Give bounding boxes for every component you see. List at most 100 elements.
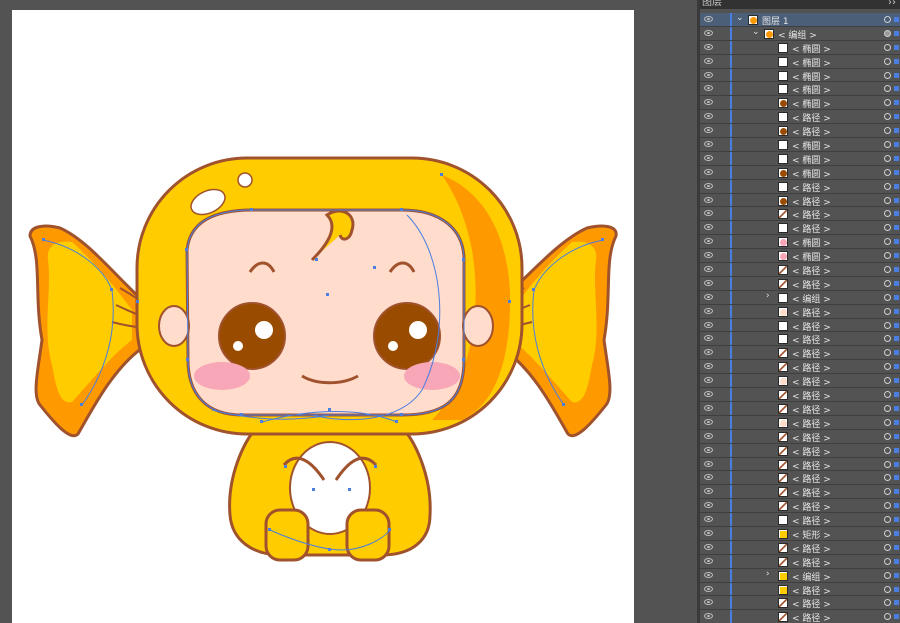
layer-target-icon[interactable] — [884, 502, 891, 510]
selection-indicator[interactable] — [894, 336, 899, 342]
visibility-eye-icon[interactable] — [704, 113, 713, 120]
visibility-eye-icon[interactable] — [704, 474, 713, 481]
layer-name[interactable]: < 路径 > — [792, 584, 831, 597]
layer-target-icon[interactable] — [884, 488, 891, 496]
layer-name[interactable]: < 路径 > — [792, 542, 831, 555]
ear-right[interactable] — [462, 305, 494, 347]
visibility-eye-icon[interactable] — [704, 391, 713, 398]
layer-name[interactable]: < 椭圆 > — [792, 139, 831, 152]
layer-row[interactable]: < 椭圆 > — [700, 235, 900, 249]
layer-name[interactable]: < 路径 > — [792, 125, 831, 138]
layer-row[interactable]: < 椭圆 > — [700, 151, 900, 166]
layer-row[interactable]: < 椭圆 > — [700, 138, 900, 152]
layer-target-icon[interactable] — [884, 196, 891, 204]
selection-indicator[interactable] — [894, 169, 899, 175]
visibility-eye-icon[interactable] — [704, 418, 713, 425]
layer-target-icon[interactable] — [884, 127, 891, 135]
layer-name[interactable]: < 路径 > — [792, 208, 831, 221]
visibility-eye-icon[interactable] — [704, 238, 713, 245]
layer-target-icon[interactable] — [884, 613, 891, 621]
selection-indicator[interactable] — [894, 461, 899, 467]
visibility-eye-icon[interactable] — [704, 349, 713, 356]
layer-target-icon[interactable] — [884, 516, 891, 524]
selection-indicator[interactable] — [894, 253, 899, 259]
layer-row[interactable]: < 路径 > — [700, 110, 900, 124]
visibility-eye-icon[interactable] — [704, 99, 713, 106]
layer-target-icon[interactable] — [884, 29, 891, 37]
layer-row[interactable]: < 路径 > — [700, 193, 900, 208]
layer-target-icon[interactable] — [884, 71, 891, 79]
chevron-down-icon[interactable]: ⌄ — [752, 27, 760, 37]
layer-name[interactable]: < 路径 > — [792, 181, 831, 194]
selection-indicator[interactable] — [894, 378, 899, 384]
selection-indicator[interactable] — [894, 155, 899, 161]
visibility-eye-icon[interactable] — [704, 502, 713, 509]
selection-indicator[interactable] — [894, 128, 899, 134]
layer-row[interactable]: < 路径 > — [700, 124, 900, 138]
eye-right-highlight-small[interactable] — [388, 341, 398, 351]
selection-indicator[interactable] — [894, 503, 899, 509]
layer-name[interactable]: < 路径 > — [792, 611, 831, 623]
layer-name[interactable]: < 椭圆 > — [792, 167, 831, 180]
layer-target-icon[interactable] — [884, 585, 891, 593]
layer-row[interactable]: < 路径 > — [700, 499, 900, 513]
layer-row[interactable]: < 椭圆 > — [700, 249, 900, 263]
visibility-eye-icon[interactable] — [704, 307, 713, 314]
left-wing-front[interactable] — [47, 241, 132, 403]
layer-name[interactable]: < 椭圆 > — [792, 70, 831, 83]
visibility-eye-icon[interactable] — [704, 377, 713, 384]
layer-row[interactable]: < 矩形 > — [700, 526, 900, 541]
document-canvas[interactable] — [0, 0, 697, 623]
layer-target-icon[interactable] — [884, 85, 891, 93]
layer-name[interactable]: < 路径 > — [792, 195, 831, 208]
visibility-eye-icon[interactable] — [704, 488, 713, 495]
layer-target-icon[interactable] — [884, 113, 891, 121]
visibility-eye-icon[interactable] — [704, 141, 713, 148]
layer-target-icon[interactable] — [884, 377, 891, 385]
cartoon-character-artwork[interactable] — [12, 10, 634, 623]
selection-indicator[interactable] — [894, 322, 899, 328]
chevron-right-icon[interactable]: › — [766, 291, 770, 301]
layer-name[interactable]: < 椭圆 > — [792, 42, 831, 55]
layer-row[interactable]: < 路径 > — [700, 471, 900, 485]
layer-target-icon[interactable] — [884, 599, 891, 607]
layer-name[interactable]: < 矩形 > — [792, 528, 831, 541]
selection-indicator[interactable] — [894, 142, 899, 148]
panel-menu-icon[interactable]: ›› — [888, 0, 896, 8]
layer-row[interactable]: < 路径 > — [700, 263, 900, 277]
layer-target-icon[interactable] — [884, 293, 891, 301]
layer-row[interactable]: › < 编组 > — [700, 568, 900, 583]
selection-indicator[interactable] — [894, 267, 899, 273]
visibility-eye-icon[interactable] — [704, 16, 713, 22]
visibility-eye-icon[interactable] — [704, 557, 713, 564]
layer-target-icon[interactable] — [884, 432, 891, 440]
layer-row[interactable]: < 路径 > — [700, 318, 900, 333]
selection-indicator[interactable] — [894, 433, 899, 439]
visibility-eye-icon[interactable] — [704, 571, 713, 578]
layer-name[interactable]: < 路径 > — [792, 375, 831, 388]
layer-target-icon[interactable] — [884, 43, 891, 51]
layer-name[interactable]: < 路径 > — [792, 472, 831, 485]
eye-left-highlight[interactable] — [255, 321, 273, 339]
layer-name[interactable]: 图层 1 — [762, 14, 789, 27]
layer-name[interactable]: < 路径 > — [792, 361, 831, 374]
layer-row[interactable]: < 路径 > — [700, 374, 900, 388]
selection-indicator[interactable] — [894, 183, 899, 189]
selection-indicator[interactable] — [894, 211, 899, 217]
layer-row[interactable]: < 路径 > — [700, 304, 900, 319]
layer-target-icon[interactable] — [884, 266, 891, 274]
layer-name[interactable]: < 椭圆 > — [792, 56, 831, 69]
layer-target-icon[interactable] — [884, 16, 891, 23]
layer-target-icon[interactable] — [884, 154, 891, 162]
layer-row[interactable]: < 路径 > — [700, 401, 900, 416]
layer-target-icon[interactable] — [884, 529, 891, 537]
layer-target-icon[interactable] — [884, 335, 891, 343]
selection-indicator[interactable] — [894, 86, 899, 92]
layer-name[interactable]: < 路径 > — [792, 445, 831, 458]
layer-target-icon[interactable] — [884, 252, 891, 260]
chevron-right-icon[interactable]: › — [766, 569, 770, 579]
layer-name[interactable]: < 路径 > — [792, 514, 831, 527]
visibility-eye-icon[interactable] — [704, 168, 713, 175]
layer-target-icon[interactable] — [884, 168, 891, 176]
selection-indicator[interactable] — [894, 419, 899, 425]
